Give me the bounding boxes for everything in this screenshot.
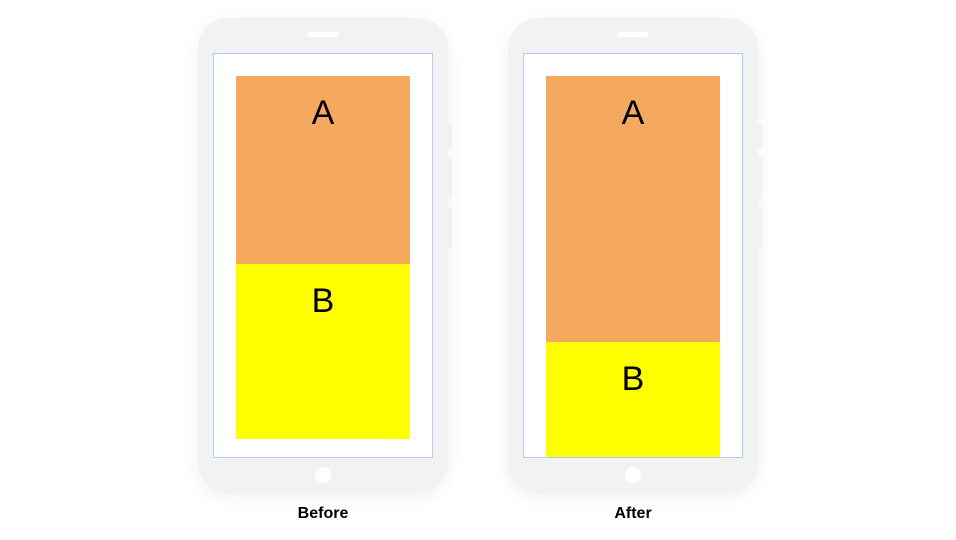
side-button [448, 207, 452, 249]
side-button [448, 123, 452, 149]
element-b: B [236, 264, 410, 439]
phone-mockup-before: A B [198, 18, 448, 493]
phone-mockup-after: A B [508, 18, 758, 493]
element-a: A [546, 76, 720, 343]
layout-after: A B [546, 76, 720, 457]
phone-screen-after: A B [523, 53, 743, 458]
caption-before: Before [298, 505, 349, 523]
side-button [758, 207, 762, 249]
element-a: A [236, 76, 410, 264]
phone-side-buttons [758, 123, 762, 249]
phone-screen-before: A B [213, 53, 433, 458]
side-button [448, 157, 452, 199]
caption-after: After [614, 505, 651, 523]
side-button [758, 157, 762, 199]
side-button [758, 123, 762, 149]
phone-after-wrapper: A B After [508, 18, 758, 523]
phone-side-buttons [448, 123, 452, 249]
phone-before-wrapper: A B Before [198, 18, 448, 523]
element-b: B [546, 342, 720, 456]
layout-before: A B [236, 76, 410, 457]
